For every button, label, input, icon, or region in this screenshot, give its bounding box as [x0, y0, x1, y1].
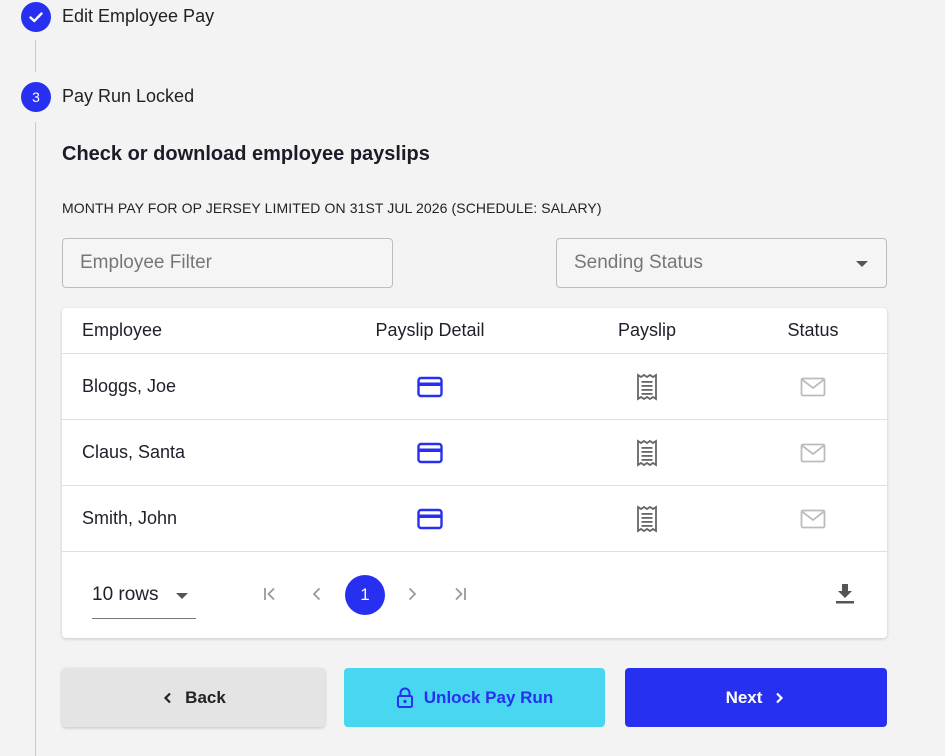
table-row: Bloggs, Joe [62, 354, 887, 420]
next-page-button[interactable] [400, 582, 424, 606]
last-page-icon [455, 587, 466, 601]
sending-status-placeholder: Sending Status [574, 252, 703, 273]
receipt-icon [637, 438, 657, 467]
rows-per-page-select[interactable]: 10 rows [92, 582, 196, 619]
receipt-icon [637, 372, 657, 401]
previous-page-button[interactable] [305, 582, 329, 606]
dropdown-arrow-icon [856, 261, 868, 267]
first-page-button[interactable] [258, 582, 282, 606]
employee-name: Claus, Santa [82, 442, 186, 462]
credit-card-icon [417, 508, 443, 529]
chevron-right-icon [776, 692, 784, 703]
check-icon [29, 12, 43, 23]
chevron-right-icon [408, 587, 417, 601]
payslip-button[interactable] [597, 486, 697, 551]
next-button[interactable]: Next [625, 668, 887, 727]
employee-filter-input[interactable]: Employee Filter [62, 238, 393, 288]
stepper-line-top [35, 40, 36, 72]
download-button[interactable] [833, 582, 857, 606]
payslip-button[interactable] [597, 354, 697, 419]
envelope-icon [800, 509, 826, 528]
envelope-icon [800, 443, 826, 462]
rows-per-page-value: 10 rows [92, 584, 159, 605]
receipt-icon [637, 504, 657, 533]
payslip-detail-button[interactable] [330, 486, 530, 551]
first-page-icon [264, 587, 275, 601]
employee-name: Smith, John [82, 508, 178, 528]
lock-icon [396, 687, 413, 708]
unlock-pay-run-label: Unlock Pay Run [423, 687, 554, 707]
header-employee: Employee [82, 320, 163, 340]
section-title: Check or download employee payslips [62, 143, 430, 165]
credit-card-icon [417, 376, 443, 397]
step-label-pay-run-locked: Pay Run Locked [62, 86, 195, 106]
chevron-left-icon [312, 587, 321, 601]
employee-name: Bloggs, Joe [82, 376, 177, 396]
payslip-button[interactable] [597, 420, 697, 485]
unlock-pay-run-button[interactable]: Unlock Pay Run [344, 668, 605, 727]
dropdown-arrow-icon [176, 593, 188, 599]
credit-card-icon [417, 442, 443, 463]
chevron-left-icon [164, 692, 171, 703]
status-cell [763, 486, 863, 551]
envelope-icon [800, 377, 826, 396]
table-row: Claus, Santa [62, 420, 887, 486]
next-button-label: Next [725, 687, 763, 707]
status-cell [763, 354, 863, 419]
stepper-line-main [35, 122, 36, 756]
payslip-detail-button[interactable] [330, 354, 530, 419]
header-status: Status [787, 320, 839, 340]
sending-status-select[interactable]: Sending Status [556, 238, 887, 288]
header-payslip-detail: Payslip Detail [375, 320, 485, 340]
table-row: Smith, John [62, 486, 887, 552]
pay-run-subtitle: MONTH PAY FOR OP JERSEY LIMITED ON 31ST … [62, 200, 602, 216]
back-button-label: Back [185, 687, 226, 707]
step-complete-indicator [21, 2, 51, 32]
step-number-indicator: 3 [21, 82, 51, 112]
header-payslip: Payslip [617, 320, 677, 340]
table-header: Employee Payslip Detail Payslip Status [62, 308, 887, 354]
last-page-button[interactable] [448, 582, 472, 606]
back-button[interactable]: Back [62, 668, 325, 727]
page-1-button[interactable]: 1 [345, 575, 385, 615]
payslip-table-card: Employee Payslip Detail Payslip Status B… [62, 308, 887, 638]
download-icon [836, 584, 854, 604]
step-label-edit-pay: Edit Employee Pay [62, 6, 215, 26]
employee-filter-placeholder: Employee Filter [80, 252, 212, 273]
pagination-bar: 10 rows 1 [62, 552, 887, 638]
status-cell [763, 420, 863, 485]
payslip-detail-button[interactable] [330, 420, 530, 485]
